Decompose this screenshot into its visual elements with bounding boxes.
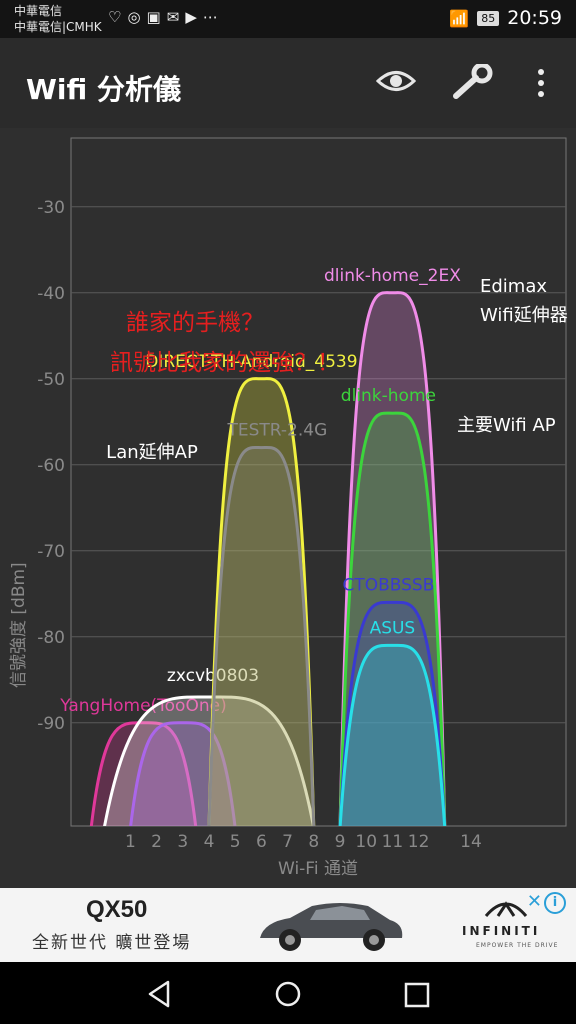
notification-icons: ♡◎▣✉▶⋯ <box>108 8 224 26</box>
x-tick-label: 10 <box>355 832 377 852</box>
series-label: dlink-home_2EX <box>324 266 461 286</box>
status-bar: 中華電信 中華電信|CMHK ♡◎▣✉▶⋯ 📶 85 20:59 <box>0 0 576 38</box>
x-tick-label: 2 <box>151 832 162 852</box>
app-title: Wifi 分析儀 <box>26 73 181 106</box>
mail-icon: ✉ <box>166 8 186 26</box>
app-bar: Wifi 分析儀 <box>0 38 576 128</box>
y-tick-label: -70 <box>37 542 65 562</box>
wrench-icon[interactable] <box>450 62 494 104</box>
y-tick-label: -90 <box>37 714 65 734</box>
clock: 20:59 <box>507 7 562 29</box>
ad-logo-text: INFINITI <box>462 924 541 938</box>
series-label: ASUS <box>370 618 416 638</box>
system-status: 📶 85 20:59 <box>449 7 562 29</box>
y-tick-label: -60 <box>37 456 65 476</box>
channel-chart: -30-40-50-60-70-80-901 2 3 4 5 6 7 8 9 10 11 12 14Wi… <box>37 137 568 879</box>
navigation-bar <box>0 962 576 1024</box>
y-tick-label: -40 <box>37 284 65 304</box>
x-tick-label: 9 <box>335 832 346 852</box>
x-tick-label: 3 <box>177 832 188 852</box>
series-label: TESTR-2.4G <box>227 421 328 441</box>
ad-banner[interactable]: QX50 全新世代 曠世登場 INFINITI EMPOWER THE DRIV… <box>0 888 576 962</box>
instagram-icon: ◎ <box>127 8 147 26</box>
x-tick-label: 4 <box>204 832 215 852</box>
y-axis-label: 信號強度 [dBm] <box>9 562 29 688</box>
series-label: dlink-home <box>341 386 436 406</box>
carrier-info: 中華電信 中華電信|CMHK <box>14 3 102 35</box>
overflow-menu-icon[interactable] <box>536 68 546 102</box>
wifi-channel-graph: 信號強度 [dBm] -30 -40 -50 -60 -70 -80 -90 1 2 3 4 5 6 7 8… <box>0 128 576 888</box>
x-tick-label: 6 <box>256 832 267 852</box>
car-image <box>260 903 403 951</box>
home-icon[interactable] <box>274 980 302 1012</box>
image-icon: ▣ <box>146 8 167 26</box>
y-tick-label: -30 <box>37 198 65 218</box>
x-tick-label: 5 <box>230 832 241 852</box>
ad-close-icon[interactable]: ✕ <box>527 891 542 912</box>
series-label: CTOBBSSB <box>342 575 434 595</box>
heart-icon: ♡ <box>108 8 128 26</box>
y-tick-label: -80 <box>37 628 65 648</box>
x-tick-label: 7 <box>282 832 293 852</box>
x-tick-label: 1 <box>125 832 136 852</box>
ad-subtitle: 全新世代 曠世登場 <box>32 933 192 953</box>
eye-icon[interactable] <box>375 66 417 100</box>
battery-level: 85 <box>477 10 500 26</box>
back-icon[interactable] <box>146 980 174 1012</box>
carrier-1: 中華電信 <box>14 4 63 18</box>
x-tick-label: 11 <box>382 832 404 852</box>
x-tick-label: 12 <box>408 832 430 852</box>
annotation-text: Wifi延伸器 <box>480 305 568 326</box>
carrier-2: 中華電信|CMHK <box>14 20 102 34</box>
ad-tagline: EMPOWER THE DRIVE <box>476 942 559 949</box>
more-dots-icon: ⋯ <box>202 8 224 26</box>
recents-icon[interactable] <box>404 982 430 1012</box>
ad-brand: QX50 <box>86 896 148 923</box>
annotation-text: 誰家的手機？ <box>126 310 264 336</box>
annotation-text: Lan延伸AP <box>106 442 198 463</box>
x-axis-label: Wi-Fi 通道 <box>278 859 358 879</box>
annotation-text: 主要Wifi AP <box>457 415 556 436</box>
x-tick-label: 8 <box>308 832 319 852</box>
play-store-icon: ▶ <box>185 8 203 26</box>
annotation-text: Edimax <box>480 276 547 297</box>
infiniti-logo-icon <box>484 901 528 917</box>
y-tick-label: -50 <box>37 370 65 390</box>
x-tick-label: 14 <box>460 832 482 852</box>
ad-info-icon[interactable]: i <box>544 892 566 914</box>
annotation-text: 訊號比我家的還強？！ <box>110 350 340 376</box>
wifi-icon: 📶 <box>449 8 470 28</box>
